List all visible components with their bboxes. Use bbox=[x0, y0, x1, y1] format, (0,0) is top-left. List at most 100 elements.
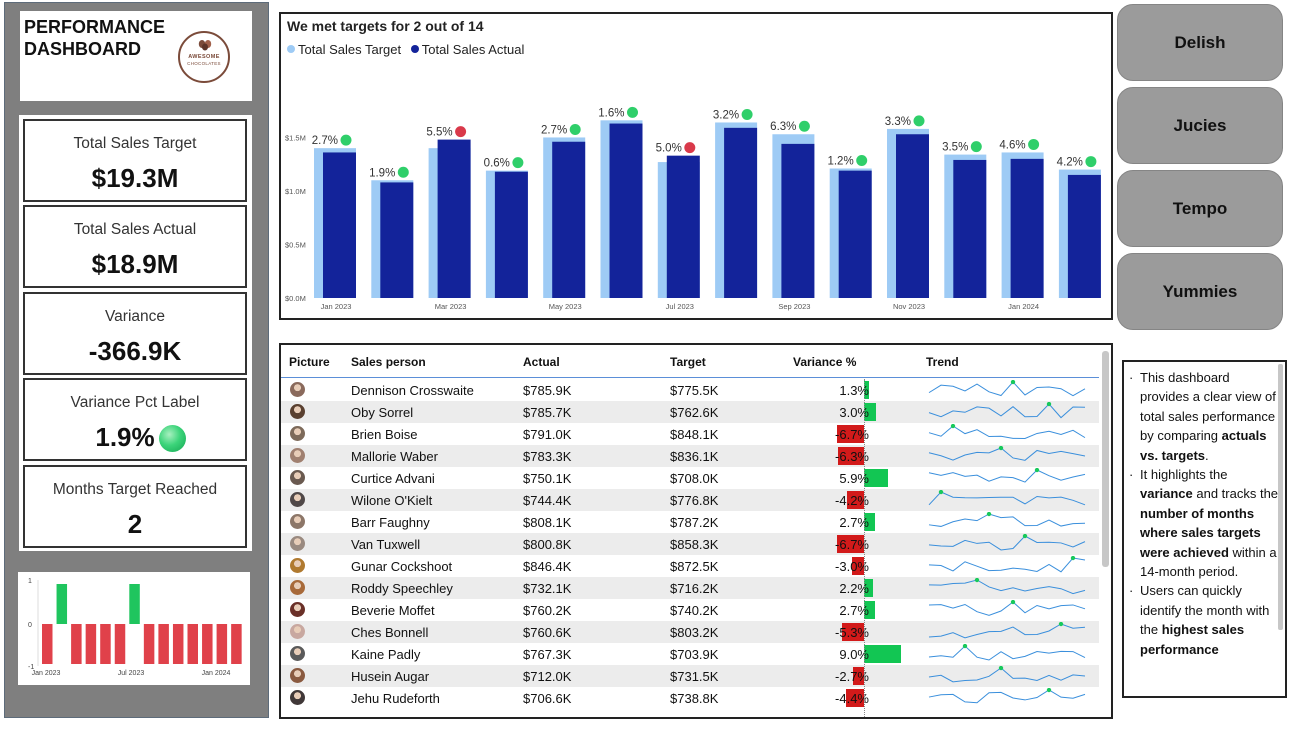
col-header-sales-person[interactable]: Sales person bbox=[351, 355, 426, 369]
table-row[interactable]: Roddy Speechley $732.1K $716.2K 2.2% bbox=[281, 577, 1099, 599]
avatar bbox=[290, 580, 305, 595]
avatar bbox=[290, 514, 305, 529]
table-row[interactable]: Kaine Padly $767.3K $703.9K 9.0% bbox=[281, 643, 1099, 665]
y-tick-label: $1.0M bbox=[285, 187, 306, 196]
variance-pct-value: 2.2% bbox=[839, 581, 869, 596]
bullet-icon: · bbox=[1129, 370, 1134, 385]
description-text: · This dashboard provides a clear view of… bbox=[1129, 368, 1279, 659]
target-value: $740.2K bbox=[670, 603, 719, 618]
table-row[interactable]: Beverie Moffet $760.2K $740.2K 2.7% bbox=[281, 599, 1099, 621]
trend-sparkline bbox=[928, 380, 1086, 397]
legend-item-target[interactable]: Total Sales Target bbox=[287, 42, 401, 57]
variance-pct-value: -6.3% bbox=[835, 449, 869, 464]
sparkline-path bbox=[928, 667, 1086, 683]
col-header-trend[interactable]: Trend bbox=[926, 355, 959, 369]
variance-pct-value: -3.0% bbox=[835, 559, 869, 574]
table-row[interactable]: Van Tuxwell $800.8K $858.3K -6.7% bbox=[281, 533, 1099, 555]
col-header-variance-pct[interactable]: Variance % bbox=[793, 355, 856, 369]
kpi-variance-pct: Variance Pct Label 1.9% bbox=[23, 378, 247, 461]
table-row[interactable]: Brien Boise $791.0K $848.1K -6.7% bbox=[281, 423, 1099, 445]
salesperson-name: Barr Faughny bbox=[351, 515, 430, 530]
button-delish[interactable]: Delish bbox=[1117, 4, 1283, 81]
product-filter-panel: Delish Jucies Tempo Yummies bbox=[1113, 0, 1290, 336]
sparkline-path bbox=[928, 381, 1086, 397]
avatar bbox=[290, 536, 305, 551]
actual-value: $783.3K bbox=[523, 449, 572, 464]
actual-bar bbox=[323, 152, 356, 298]
sparkline-path bbox=[928, 447, 1086, 461]
sparkline-path bbox=[928, 535, 1086, 551]
kpi-label: Total Sales Target bbox=[73, 135, 197, 152]
sparkline-peak-dot bbox=[962, 644, 968, 649]
variance-label: 1.2% bbox=[827, 155, 853, 167]
chart-legend: Total Sales Target Total Sales Actual bbox=[287, 42, 530, 57]
actual-value: $791.0K bbox=[523, 427, 572, 442]
mini-bar-miss bbox=[85, 624, 97, 664]
logo-line1: AWESOME bbox=[188, 54, 220, 60]
description-bullet: · It highlights the variance and tracks t… bbox=[1129, 465, 1279, 581]
avatar bbox=[290, 492, 305, 507]
avatar bbox=[290, 448, 305, 463]
status-dot-icon bbox=[1085, 156, 1097, 168]
button-tempo[interactable]: Tempo bbox=[1117, 170, 1283, 247]
variance-pct-value: -4.2% bbox=[835, 493, 869, 508]
mini-x-tick: Jul 2023 bbox=[118, 670, 145, 677]
trend-sparkline bbox=[928, 644, 1086, 661]
table-row[interactable]: Jehu Rudeforth $706.6K $738.8K -4.4% bbox=[281, 687, 1099, 709]
table-row[interactable]: Husein Augar $712.0K $731.5K -2.7% bbox=[281, 665, 1099, 687]
description-text-segment: It highlights the bbox=[1140, 467, 1228, 483]
sparkline-peak-dot bbox=[1058, 622, 1064, 627]
sparkline-path bbox=[928, 513, 1086, 527]
col-header-target[interactable]: Target bbox=[670, 355, 706, 369]
col-header-picture[interactable]: Picture bbox=[289, 355, 330, 369]
description-scrollbar[interactable] bbox=[1278, 364, 1283, 630]
x-tick-label: Sep 2023 bbox=[778, 302, 810, 311]
mini-bar-miss bbox=[187, 624, 198, 664]
table-row[interactable]: Ches Bonnell $760.6K $803.2K -5.3% bbox=[281, 621, 1099, 643]
trend-sparkline bbox=[928, 600, 1086, 616]
variance-label: 6.3% bbox=[770, 121, 796, 133]
kpi-value: 2 bbox=[127, 509, 143, 539]
kpi-total-sales-target: Total Sales Target $19.3M bbox=[23, 119, 247, 202]
table-row[interactable]: Barr Faughny $808.1K $787.2K 2.7% bbox=[281, 511, 1099, 533]
trend-sparkline bbox=[928, 534, 1086, 551]
actual-bar bbox=[781, 143, 815, 298]
mini-bar-miss bbox=[114, 624, 126, 664]
kpi-value: -366.9K bbox=[88, 336, 182, 366]
button-jucies[interactable]: Jucies bbox=[1117, 87, 1283, 164]
table-row[interactable]: Dennison Crosswaite $785.9K $775.5K 1.3% bbox=[281, 379, 1099, 401]
mini-target-chart: 1 0 -1 Jan 2023 Jul 2023 Jan 2024 bbox=[18, 572, 250, 685]
table-row[interactable]: Curtice Advani $750.1K $708.0K 5.9% bbox=[281, 467, 1099, 489]
actual-bar bbox=[896, 134, 929, 298]
target-value: $716.2K bbox=[670, 581, 719, 596]
table-row[interactable]: Oby Sorrel $785.7K $762.6K 3.0% bbox=[281, 401, 1099, 423]
col-header-actual[interactable]: Actual bbox=[523, 355, 560, 369]
target-value: $776.8K bbox=[670, 493, 719, 508]
status-dot-icon bbox=[741, 108, 753, 120]
kpi-label: Variance bbox=[104, 308, 166, 325]
status-dot-icon bbox=[970, 141, 982, 153]
table-scrollbar[interactable] bbox=[1102, 351, 1109, 567]
sparkline-peak-dot bbox=[950, 424, 956, 429]
table-row[interactable]: Gunar Cockshoot $846.4K $872.5K -3.0% bbox=[281, 555, 1099, 577]
table-row[interactable]: Mallorie Waber $783.3K $836.1K -6.3% bbox=[281, 445, 1099, 467]
sparkline-path bbox=[928, 403, 1086, 419]
trend-sparkline bbox=[928, 688, 1086, 704]
actual-value: $706.6K bbox=[523, 691, 572, 706]
button-yummies[interactable]: Yummies bbox=[1117, 253, 1283, 330]
sparkline-path bbox=[928, 689, 1086, 704]
legend-item-actual[interactable]: Total Sales Actual bbox=[410, 42, 524, 57]
variance-label: 1.9% bbox=[369, 167, 395, 179]
actual-bar bbox=[1010, 158, 1044, 298]
y-tick-label: $0.5M bbox=[285, 240, 306, 249]
description-card: · This dashboard provides a clear view of… bbox=[1122, 360, 1287, 698]
mini-bar-miss bbox=[100, 624, 111, 664]
actual-bar bbox=[1067, 174, 1101, 298]
table-row[interactable]: Wilone O'Kielt $744.4K $776.8K -4.2% bbox=[281, 489, 1099, 511]
company-logo: AWESOME CHOCOLATES bbox=[178, 31, 230, 83]
sparkline-path bbox=[928, 579, 1086, 595]
actual-value: $732.1K bbox=[523, 581, 572, 596]
trend-sparkline bbox=[928, 578, 1086, 595]
trend-sparkline bbox=[928, 446, 1086, 461]
status-dot-icon bbox=[340, 134, 352, 146]
